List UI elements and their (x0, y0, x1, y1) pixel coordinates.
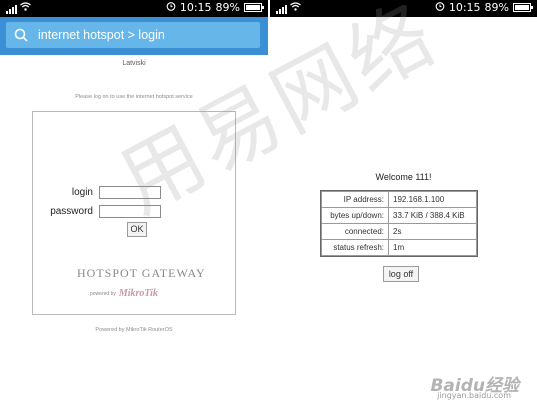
status-screen: 10:15 89% Welcome 111! IP address: 192.16… (270, 0, 537, 418)
wifi-icon (290, 2, 301, 14)
battery-percent: 89% (484, 1, 509, 14)
language-link[interactable]: Latviski (0, 60, 268, 67)
table-row: bytes up/down: 33.7 KiB / 388.4 KiB (321, 207, 477, 224)
footer-text: Powered by MikroTik RouterOS (95, 327, 173, 333)
welcome-message: Welcome 111! (375, 172, 432, 182)
signal-icon (276, 4, 287, 14)
powered-by-text: powered by (90, 290, 116, 297)
stat-key: IP address: (321, 191, 389, 208)
stat-key: status refresh: (321, 239, 389, 256)
login-input[interactable] (99, 186, 161, 199)
stat-key: bytes up/down: (321, 207, 389, 224)
login-box: login password OK HOTSPOT GATEWAY powere… (32, 111, 236, 315)
baidu-watermark: Baidu经验 jingyan.baidu.com (430, 371, 519, 400)
login-label: login (71, 187, 93, 198)
table-row: IP address: 192.168.1.100 (321, 191, 477, 208)
signal-icon (6, 4, 17, 14)
password-input[interactable] (99, 205, 161, 218)
stat-value: 2s (388, 223, 477, 240)
status-time: 10:15 (448, 1, 481, 14)
password-label: password (50, 206, 93, 217)
status-bar: 10:15 89% (0, 0, 268, 17)
stat-value: 1m (388, 239, 477, 256)
alarm-icon (435, 1, 445, 14)
log-off-button[interactable]: log off (383, 266, 419, 282)
session-stats-table: IP address: 192.168.1.100 bytes up/down: 3… (320, 190, 478, 257)
powered-by: powered by MikroTik (90, 288, 158, 299)
search-bar: internet hotspot > login (0, 17, 268, 55)
search-field[interactable]: internet hotspot > login (6, 22, 260, 48)
ok-button[interactable]: OK (127, 222, 147, 237)
battery-icon (244, 3, 264, 12)
stat-value: 192.168.1.100 (388, 191, 477, 208)
baidu-url: jingyan.baidu.com (437, 391, 511, 400)
mikrotik-logo: MikroTik (118, 288, 158, 299)
wifi-icon (20, 2, 31, 14)
login-notice: Please log on to use the internet hotspo… (75, 94, 193, 100)
search-icon (14, 28, 28, 42)
hotspot-gateway-title: HOTSPOT GATEWAY (77, 266, 206, 280)
battery-percent: 89% (215, 1, 240, 14)
stat-value: 33.7 KiB / 388.4 KiB (388, 207, 477, 224)
battery-icon (513, 3, 533, 12)
search-text: internet hotspot > login (38, 28, 165, 42)
stat-key: connected: (321, 223, 389, 240)
status-bar: 10:15 89% (270, 0, 537, 17)
table-row: connected: 2s (321, 223, 477, 240)
status-time: 10:15 (179, 1, 212, 14)
login-screen: 10:15 89% internet hotspot > login Latvi… (0, 0, 268, 418)
alarm-icon (166, 1, 176, 14)
table-row: status refresh: 1m (321, 239, 477, 256)
